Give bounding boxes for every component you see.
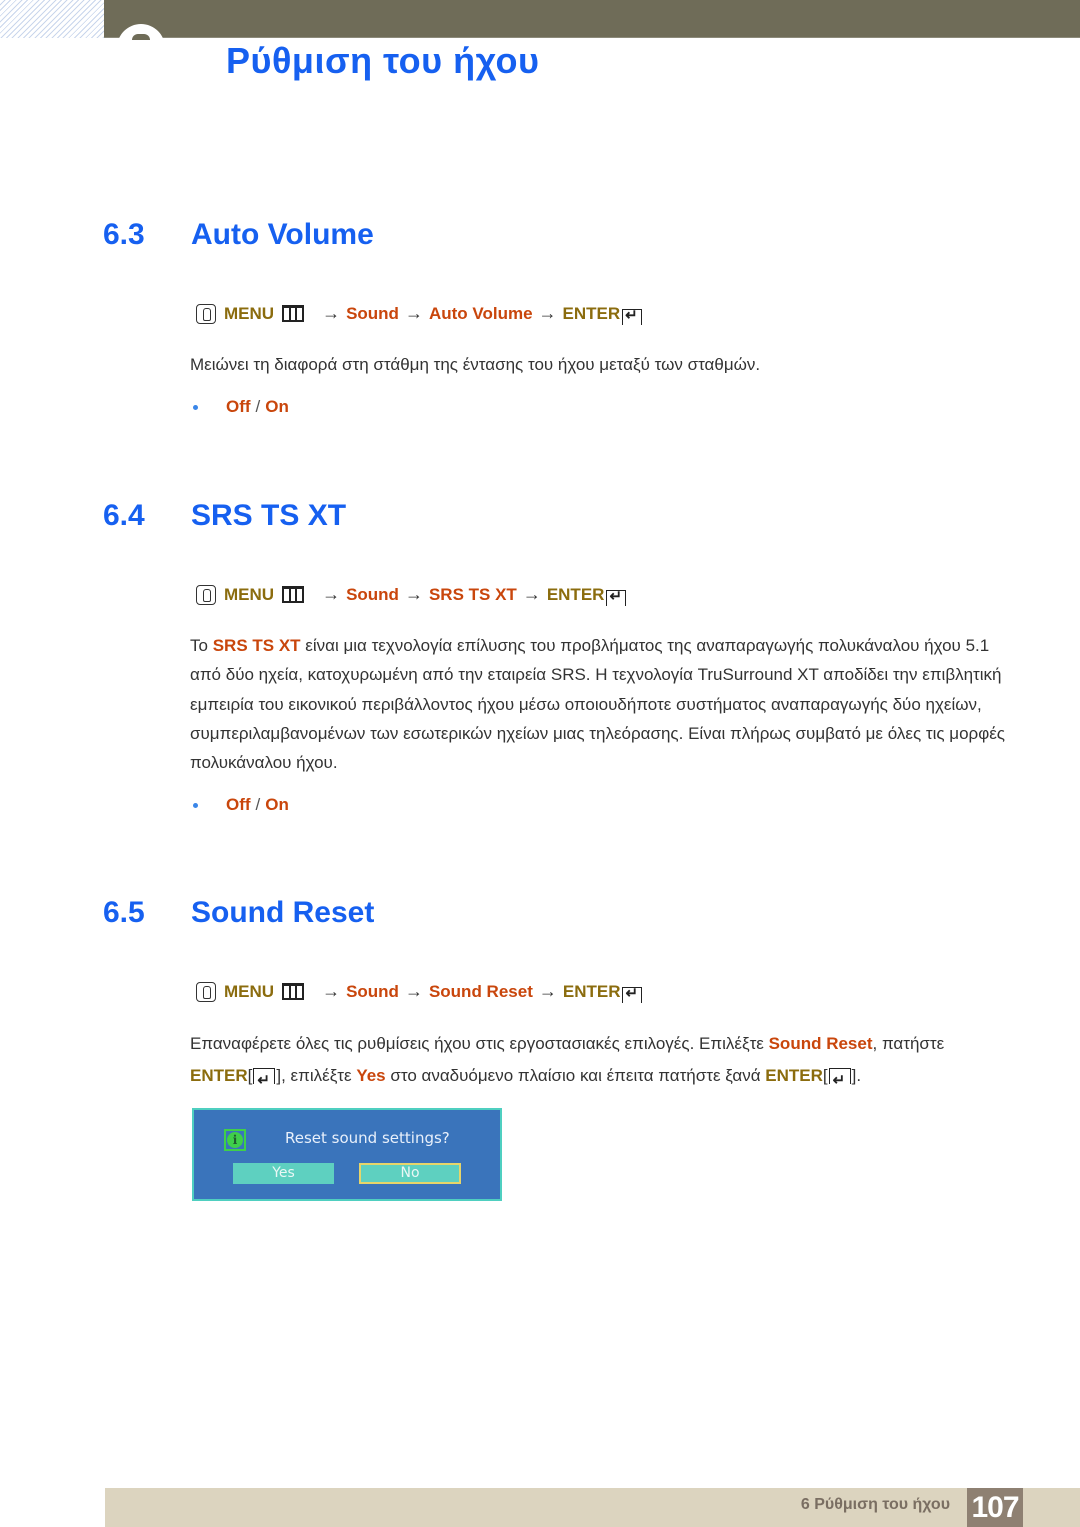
desc-enter-label: ENTER [190, 1066, 248, 1085]
chapter-badge [117, 24, 165, 72]
menu-grid-icon [282, 305, 305, 322]
desc-highlight: SRS TS XT [212, 636, 301, 655]
enter-label: ENTER [562, 981, 621, 1001]
menu-grid-icon [282, 586, 305, 603]
menu-path-auto-volume: MENU → Sound → Auto Volume → ENTER [196, 303, 643, 325]
remote-hand-icon [196, 584, 216, 605]
arrow-icon: → [522, 584, 541, 604]
page-number: 107 [967, 1488, 1023, 1527]
chapter-title: Ρύθμιση του ήχου [226, 40, 540, 81]
desc-highlight-yes: Yes [356, 1066, 386, 1085]
dialog-message: Reset sound settings? [285, 1129, 450, 1147]
reset-confirm-dialog: i Reset sound settings? Yes No [192, 1108, 502, 1201]
arrow-icon: → [404, 981, 423, 1001]
info-icon: i [224, 1129, 246, 1151]
auto-volume-description: Μειώνει τη διαφορά στη στάθμη της ένταση… [190, 355, 761, 374]
section-number: 6.5 [103, 896, 145, 929]
menu-step-srs-ts-xt: SRS TS XT [428, 584, 517, 604]
menu-label: MENU [224, 584, 275, 604]
enter-icon [253, 1065, 276, 1097]
bullet-icon [193, 802, 198, 808]
section-heading-auto-volume: 6.3 Auto Volume [103, 218, 374, 252]
menu-label: MENU [224, 981, 275, 1001]
menu-step-sound-reset: Sound Reset [428, 981, 533, 1001]
header-bar [104, 0, 1080, 38]
no-button[interactable]: No [359, 1163, 461, 1184]
remote-hand-icon [196, 303, 216, 324]
section-title: Auto Volume [191, 218, 374, 251]
arrow-icon: → [538, 303, 557, 323]
enter-icon [606, 587, 627, 606]
section-number: 6.3 [103, 218, 145, 251]
desc-text: ]. [851, 1066, 862, 1085]
header-hatch-decoration [0, 0, 104, 38]
srs-ts-xt-options: Off / On [193, 795, 289, 815]
srs-ts-xt-description: Το SRS TS XT είναι μια τεχνολογία επίλυσ… [190, 631, 1010, 777]
menu-step-sound: Sound [346, 584, 399, 604]
arrow-icon: → [404, 584, 423, 604]
option-on: On [265, 795, 289, 814]
bullet-icon [193, 404, 198, 410]
desc-body: είναι μια τεχνολογία επίλυσης του προβλή… [190, 636, 1005, 773]
sound-reset-description: Επαναφέρετε όλες τις ρυθμίσεις ήχου στις… [190, 1028, 1010, 1097]
arrow-icon: → [322, 584, 341, 604]
enter-label: ENTER [546, 584, 605, 604]
section-title: SRS TS XT [191, 499, 347, 532]
bracket: [ [247, 1066, 253, 1085]
section-title: Sound Reset [191, 896, 375, 929]
arrow-icon: → [322, 981, 341, 1001]
auto-volume-options: Off / On [193, 397, 289, 417]
page-footer: 6 Ρύθμιση του ήχου 107 [105, 1488, 1080, 1527]
menu-step-sound: Sound [346, 981, 399, 1001]
menu-path-srs-ts-xt: MENU → Sound → SRS TS XT → ENTER [196, 584, 627, 606]
desc-text: Επαναφέρετε όλες τις ρυθμίσεις ήχου στις… [190, 1034, 769, 1053]
enter-icon [622, 306, 643, 325]
yes-button[interactable]: Yes [233, 1163, 334, 1184]
desc-text: , πατήστε [872, 1034, 945, 1053]
enter-icon [622, 984, 643, 1003]
menu-step-sound: Sound [346, 303, 399, 323]
enter-icon [828, 1065, 851, 1097]
menu-label: MENU [224, 303, 275, 323]
option-on: On [265, 397, 289, 416]
remote-hand-icon [196, 981, 216, 1002]
arrow-icon: → [404, 303, 423, 323]
desc-prefix: Το [190, 636, 213, 655]
desc-text: στο αναδυόμενο πλαίσιο και έπειτα πατήστ… [385, 1066, 766, 1085]
menu-path-sound-reset: MENU → Sound → Sound Reset → ENTER [196, 981, 643, 1003]
desc-text: ], επιλέξτε [276, 1066, 357, 1085]
menu-grid-icon [282, 983, 305, 1000]
desc-enter-label: ENTER [765, 1066, 823, 1085]
bracket: [ [822, 1066, 828, 1085]
option-separator: / [255, 397, 261, 416]
option-off: Off [226, 397, 251, 416]
section-heading-srs-ts-xt: 6.4 SRS TS XT [103, 499, 346, 533]
enter-label: ENTER [562, 303, 621, 323]
section-number: 6.4 [103, 499, 145, 532]
menu-step-auto-volume: Auto Volume [428, 303, 533, 323]
footer-chapter-label: 6 Ρύθμιση του ήχου [800, 1496, 950, 1513]
desc-highlight-sound-reset: Sound Reset [768, 1034, 873, 1053]
arrow-icon: → [322, 303, 341, 323]
option-separator: / [255, 795, 261, 814]
section-heading-sound-reset: 6.5 Sound Reset [103, 896, 374, 930]
arrow-icon: → [538, 981, 557, 1001]
option-off: Off [226, 795, 251, 814]
